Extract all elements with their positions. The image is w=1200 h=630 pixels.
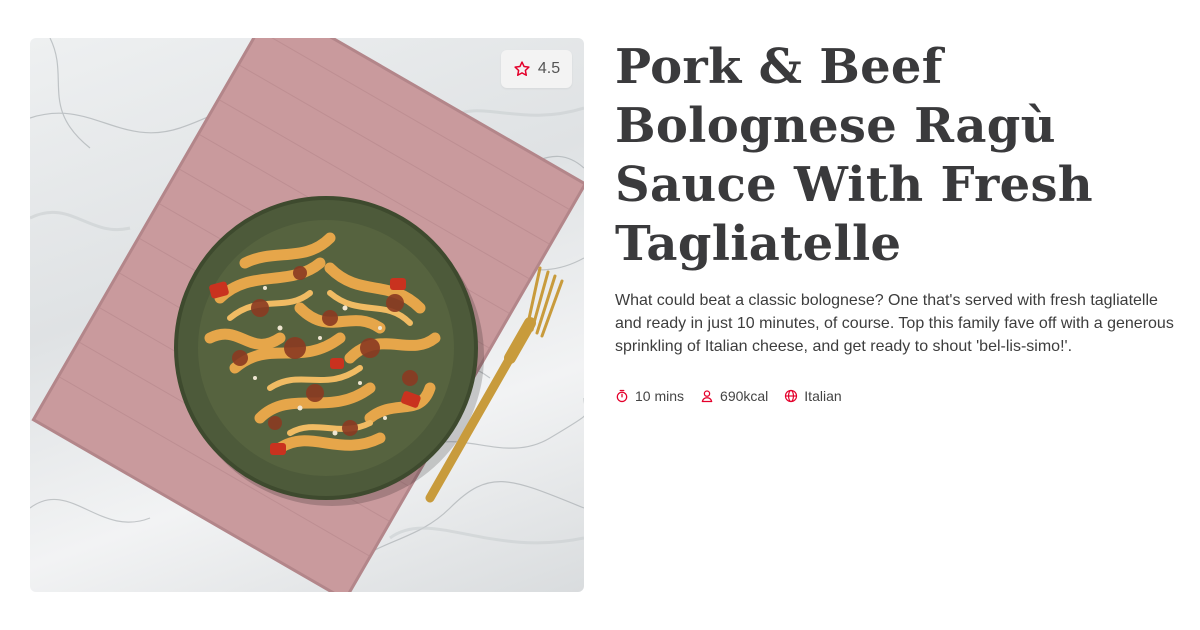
recipe-description: What could beat a classic bolognese? One… — [615, 292, 1174, 355]
person-icon — [701, 390, 713, 403]
rating-badge: 4.5 — [501, 50, 572, 88]
recipe-meta: 10 mins 690kcal Italian — [615, 388, 1180, 404]
star-icon — [514, 61, 530, 76]
recipe-photo — [30, 38, 584, 592]
meta-calories: 690kcal — [700, 388, 768, 404]
meta-cuisine: Italian — [784, 388, 842, 404]
meta-cuisine-label: Italian — [804, 388, 842, 404]
meta-time: 10 mins — [615, 388, 684, 404]
meta-time-label: 10 mins — [635, 388, 685, 404]
pasta-dish-illustration — [30, 38, 584, 592]
rating-value: 4.5 — [537, 60, 561, 77]
recipe-title: Pork & Beef Bolognese Ragù Sauce With Fr… — [615, 39, 1094, 272]
meta-calories-label: 690kcal — [720, 388, 769, 404]
globe-icon — [785, 389, 798, 403]
timer-icon — [616, 389, 628, 403]
recipe-details: Pork & Beef Bolognese Ragù Sauce With Fr… — [615, 38, 1180, 404]
